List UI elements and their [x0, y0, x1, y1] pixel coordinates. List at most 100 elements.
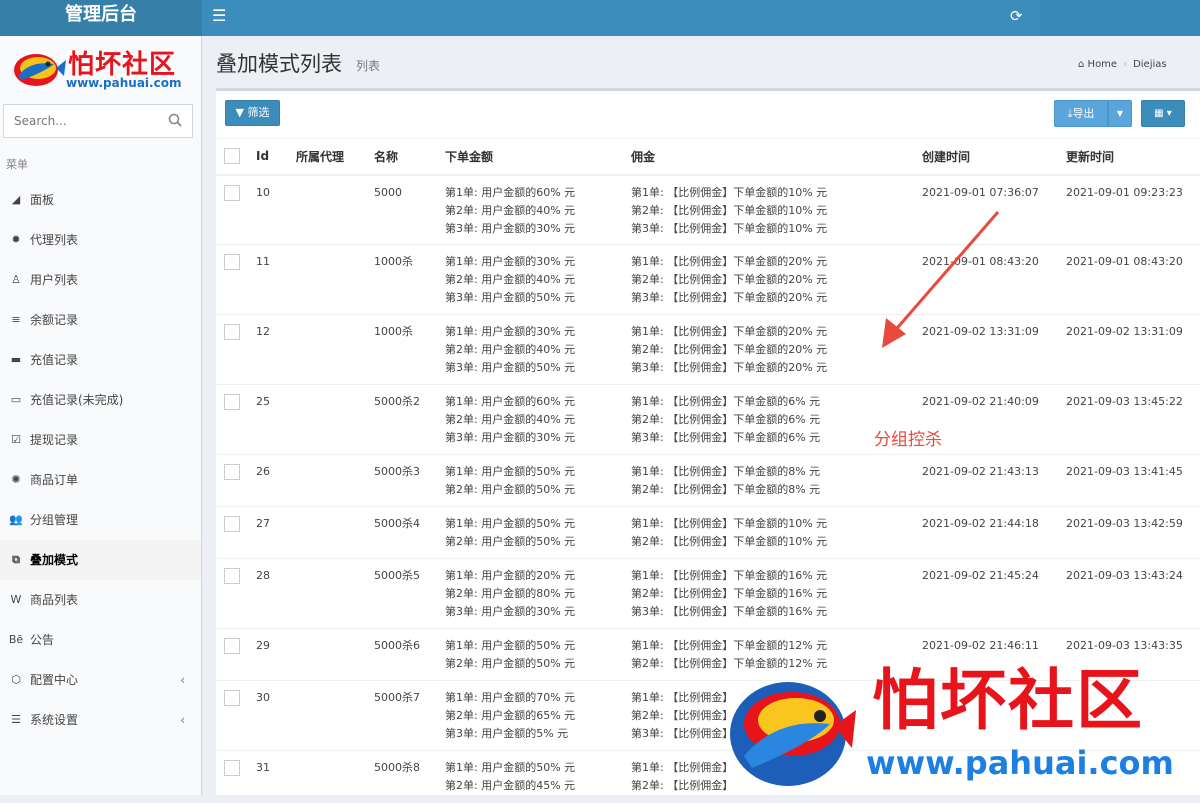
table-row[interactable]: 25 5000杀2 第1单: 用户金额的60% 元第2单: 用户金额的40% 元第3…: [216, 384, 1200, 455]
cell-amount: 第1单: 用户金额的50% 元第2单: 用户金额的50% 元: [445, 628, 631, 681]
brand-title[interactable]: 管理后台: [0, 0, 202, 36]
sidebar-item-6[interactable]: ☑ 提现记录: [0, 420, 201, 460]
column-header-created[interactable]: 创建时间: [922, 138, 1066, 176]
cell-commission-line: 第2单: 【比例佣金】下单金额的10% 元: [631, 535, 828, 548]
table-row[interactable]: 11 1000杀 第1单: 用户金额的30% 元第2单: 用户金额的40% 元第3单…: [216, 244, 1200, 315]
sidebar-item-3[interactable]: ≡ 余额记录: [0, 300, 201, 340]
search-icon[interactable]: [168, 113, 182, 127]
menu-icon[interactable]: ☰: [212, 8, 226, 24]
page-subtitle: 列表: [356, 59, 381, 73]
cell-amount: 第1单: 用户金额的60% 元第2单: 用户金额的40% 元第3单: 用户金额的…: [445, 384, 631, 455]
cell-commission-line: 第1单: 【比例佣金】下单金额的10% 元: [631, 185, 828, 199]
cell-amount-line: 第3单: 用户金额的5% 元: [445, 727, 569, 740]
row-checkbox[interactable]: [224, 568, 240, 584]
sidebar-item-label: 面板: [30, 193, 55, 207]
sidebar-item-label: 叠加模式: [30, 553, 79, 567]
cell-id: 12: [256, 314, 296, 385]
sidebar-item-12[interactable]: ⬡ 配置中心 ‹: [0, 660, 201, 700]
cell-id: 10: [256, 174, 296, 245]
sidebar-item-4[interactable]: ▬ 充值记录: [0, 340, 201, 380]
cell-agent: [296, 680, 374, 751]
table-icon: ▦: [1154, 108, 1164, 119]
export-button[interactable]: ⤓导出: [1054, 100, 1108, 127]
column-header-updated[interactable]: 更新时间: [1066, 138, 1200, 176]
sidebar-item-13[interactable]: ☰ 系统设置 ‹: [0, 700, 201, 740]
cell-amount-line: 第3单: 用户金额的50% 元: [445, 291, 576, 304]
sidebar-item-9[interactable]: ⧉ 叠加模式: [0, 540, 201, 580]
column-header-id[interactable]: Id: [256, 138, 296, 176]
breadcrumb-home[interactable]: Home: [1088, 59, 1118, 70]
sidebar-item-label: 用户列表: [30, 273, 79, 287]
sidebar-item-8[interactable]: 👥 分组管理: [0, 500, 201, 540]
table-row[interactable]: 27 5000杀4 第1单: 用户金额的50% 元第2单: 用户金额的50% 元第1…: [216, 506, 1200, 559]
sidebar-item-1[interactable]: ✹ 代理列表: [0, 220, 201, 260]
cell-agent: [296, 384, 374, 455]
sidebar-item-10[interactable]: W 商品列表: [0, 580, 201, 620]
cell-amount-line: 第1单: 用户金额的50% 元: [445, 639, 576, 652]
sidebar-item-0[interactable]: ◢ 面板: [0, 180, 201, 220]
logo-url: www.pahuai.com: [66, 76, 182, 90]
table-row[interactable]: 28 5000杀5 第1单: 用户金额的20% 元第2单: 用户金额的80% 元第3…: [216, 558, 1200, 629]
row-checkbox[interactable]: [224, 690, 240, 706]
column-header-name[interactable]: 名称: [374, 138, 445, 176]
row-checkbox[interactable]: [224, 324, 240, 340]
caret-down-icon: ▼: [1116, 109, 1124, 118]
cell-agent: [296, 314, 374, 385]
user-menu[interactable]: [1040, 0, 1200, 36]
sidebar-search: [3, 104, 193, 138]
column-header-amount[interactable]: 下单金额: [445, 138, 631, 176]
cell-amount-line: 第1单: 用户金额的60% 元: [445, 395, 576, 408]
logo[interactable]: 怕坏社区 www.pahuai.com: [8, 42, 198, 94]
row-checkbox[interactable]: [224, 638, 240, 654]
table-row[interactable]: 10 5000 第1单: 用户金额的60% 元第2单: 用户金额的40% 元第3单:…: [216, 174, 1200, 245]
cell-commission: 第1单: 【比例佣金】下单金额的8% 元第2单: 【比例佣金】下单金额的8% 元: [631, 454, 922, 507]
cell-amount-line: 第1单: 用户金额的70% 元: [445, 691, 576, 704]
fish-watermark-icon: [730, 682, 856, 786]
w-icon: W: [10, 593, 22, 606]
export-dropdown-button[interactable]: ▼: [1108, 100, 1132, 127]
refresh-icon[interactable]: ⟳: [1010, 7, 1023, 25]
list-icon: ≡: [11, 313, 21, 326]
cell-amount-line: 第3单: 用户金额的50% 元: [445, 361, 576, 374]
home-icon: ⌂: [1078, 59, 1085, 70]
row-checkbox[interactable]: [224, 254, 240, 270]
cell-amount-line: 第2单: 用户金额的50% 元: [445, 483, 576, 496]
cell-updated: 2021-09-01 08:43:20: [1066, 244, 1200, 315]
cell-created: 2021-09-02 21:40:09: [922, 384, 1066, 455]
filter-label: 筛选: [247, 106, 270, 119]
select-all-checkbox[interactable]: [224, 147, 240, 164]
row-checkbox[interactable]: [224, 516, 240, 532]
table-row[interactable]: 12 1000杀 第1单: 用户金额的30% 元第2单: 用户金额的40% 元第3单…: [216, 314, 1200, 385]
cell-agent: [296, 628, 374, 681]
sidebar-item-7[interactable]: ✺ 商品订单: [0, 460, 201, 500]
column-header-commission[interactable]: 佣金: [631, 138, 922, 176]
row-checkbox[interactable]: [224, 464, 240, 480]
cell-updated: 2021-09-03 13:42:59: [1066, 506, 1200, 559]
column-header-agent[interactable]: 所属代理: [296, 138, 374, 176]
sidebar-item-label: 商品订单: [30, 473, 79, 487]
row-checkbox[interactable]: [224, 760, 240, 776]
cell-amount: 第1单: 用户金额的30% 元第2单: 用户金额的40% 元第3单: 用户金额的…: [445, 314, 631, 385]
sidebar-item-11[interactable]: Bē 公告: [0, 620, 201, 660]
cell-amount-line: 第2单: 用户金额的50% 元: [445, 535, 576, 548]
cell-amount-line: 第1单: 用户金额的30% 元: [445, 325, 576, 338]
search-input[interactable]: [4, 105, 154, 137]
cell-name: 1000杀: [374, 244, 445, 315]
filter-button[interactable]: ▼ 筛选: [225, 100, 280, 126]
sidebar-item-label: 提现记录: [30, 433, 79, 447]
sidebar: 怕坏社区 www.pahuai.com 菜单 ◢ 面板 ✹ 代理列表 ♙ 用户列表 ≡ 余额记…: [0, 36, 202, 795]
cell-agent: [296, 506, 374, 559]
chevron-left-icon[interactable]: ‹: [180, 660, 185, 700]
row-checkbox[interactable]: [224, 184, 240, 201]
sidebar-item-5[interactable]: ▭ 充值记录(未完成): [0, 380, 201, 420]
cell-updated: 2021-09-03 13:45:22: [1066, 384, 1200, 455]
columns-button[interactable]: ▦ ▾: [1141, 100, 1185, 127]
sidebar-item-label: 充值记录: [30, 353, 79, 367]
row-checkbox[interactable]: [224, 394, 240, 410]
cell-amount: 第1单: 用户金额的30% 元第2单: 用户金额的40% 元第3单: 用户金额的…: [445, 244, 631, 315]
chevron-left-icon[interactable]: ‹: [180, 700, 185, 740]
cell-id: 29: [256, 628, 296, 681]
cell-amount-line: 第2单: 用户金额的65% 元: [445, 709, 576, 722]
table-row[interactable]: 26 5000杀3 第1单: 用户金额的50% 元第2单: 用户金额的50% 元第1…: [216, 454, 1200, 507]
sidebar-item-2[interactable]: ♙ 用户列表: [0, 260, 201, 300]
